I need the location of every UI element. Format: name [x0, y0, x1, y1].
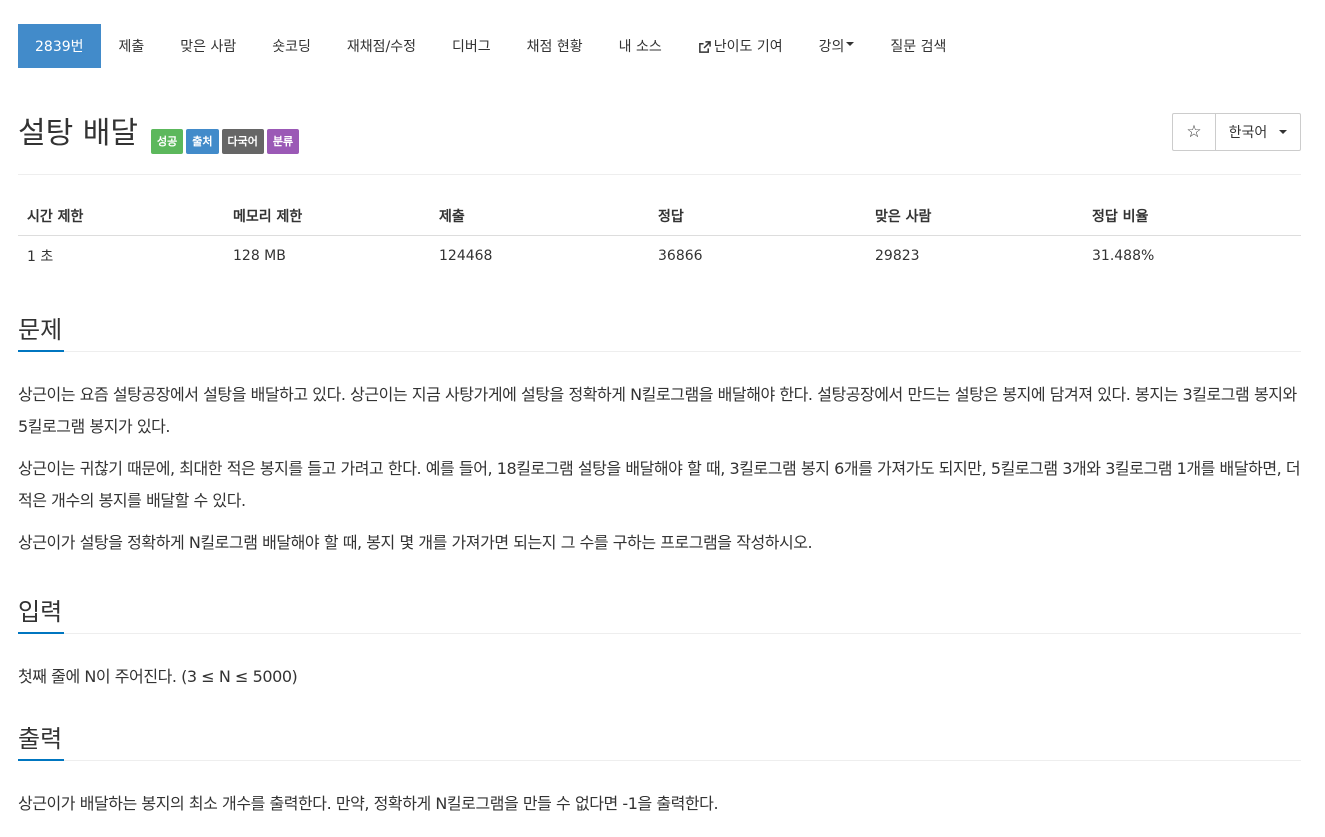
problem-menu: 2839번 제출 맞은 사람 숏코딩 재채점/수정 디버그 채점 현황 내 소스… [18, 24, 964, 68]
nav-label: 질문 검색 [890, 39, 947, 55]
caret-down-icon [1279, 130, 1288, 134]
section-title: 문제 [18, 316, 63, 344]
label-category[interactable]: 분류 [266, 129, 300, 154]
nav-submit[interactable]: 제출 [101, 24, 163, 68]
header-accepted-users: 맞은 사람 [875, 208, 932, 225]
external-link-icon [698, 40, 711, 53]
section-title: 입력 [18, 598, 63, 626]
section-description: 문제 상근이는 요즘 설탕공장에서 설탕을 배달하고 있다. 상근이는 지금 사… [18, 310, 1301, 559]
value-accepted: 36866 [658, 248, 703, 264]
value-time-limit: 1 초 [27, 249, 54, 265]
value-submissions: 124468 [439, 248, 493, 264]
star-icon: ☆ [1186, 122, 1202, 142]
nav-lecture-dropdown[interactable]: 강의 [801, 24, 873, 68]
table-header-row: 시간 제한 메모리 제한 제출 정답 맞은 사람 정답 비율 [18, 196, 1301, 236]
header-memory-limit: 메모리 제한 [233, 208, 303, 225]
nav-status[interactable]: 채점 현황 [509, 24, 601, 68]
section-body: 상근이는 요즘 설탕공장에서 설탕을 배달하고 있다. 상근이는 지금 사탕가게… [18, 379, 1301, 559]
nav-debug[interactable]: 디버그 [434, 24, 509, 68]
nav-label: 숏코딩 [272, 39, 311, 55]
nav-rejudge[interactable]: 재채점/수정 [329, 24, 434, 68]
output-paragraph: 상근이가 배달하는 봉지의 최소 개수를 출력한다. 만약, 정확하게 N킬로그… [18, 794, 719, 813]
section-headline: 출력 [18, 719, 1301, 761]
section-output: 출력 상근이가 배달하는 봉지의 최소 개수를 출력한다. 만약, 정확하게 N… [18, 719, 1301, 820]
label-solved[interactable]: 성공 [151, 129, 184, 154]
section-input: 입력 첫째 줄에 N이 주어진다. (3 ≤ N ≤ 5000) [18, 592, 1301, 693]
headline-underline [18, 632, 64, 634]
description-paragraph: 상근이는 요즘 설탕공장에서 설탕을 배달하고 있다. 상근이는 지금 사탕가게… [18, 385, 1297, 436]
description-paragraph: 상근이는 귀찮기 때문에, 최대한 적은 봉지를 들고 가려고 한다. 예를 들… [18, 459, 1301, 510]
description-paragraph: 상근이가 설탕을 정확하게 N킬로그램 배달해야 할 때, 봉지 몇 개를 가져… [18, 533, 813, 552]
value-accept-ratio: 31.488% [1092, 248, 1155, 264]
header-time-limit: 시간 제한 [27, 208, 84, 225]
value-memory-limit: 128 MB [233, 248, 286, 264]
nav-accepted-users[interactable]: 맞은 사람 [162, 24, 254, 68]
nav-label: 강의 [818, 39, 845, 55]
favorite-button[interactable]: ☆ [1173, 114, 1216, 150]
nav-problem-number[interactable]: 2839번 [18, 24, 101, 68]
label-multilingual[interactable]: 다국어 [221, 129, 264, 154]
nav-label: 난이도 기여 [713, 39, 783, 55]
section-title: 출력 [18, 725, 63, 753]
problem-header: 설탕 배달 성공 출처 다국어 분류 ☆ 한국어 [18, 112, 1301, 156]
nav-label: 제출 [118, 39, 145, 55]
section-headline: 입력 [18, 592, 1301, 634]
nav-difficulty-contribution[interactable]: 난이도 기여 [680, 24, 801, 68]
input-paragraph: 첫째 줄에 N이 주어진다. (3 ≤ N ≤ 5000) [18, 667, 298, 686]
header-accept-ratio: 정답 비율 [1092, 208, 1149, 225]
nav-label: 디버그 [452, 39, 491, 55]
headline-underline [18, 759, 64, 761]
table-row: 1 초 128 MB 124468 36866 29823 31.488% [18, 236, 1301, 276]
problem-info-table: 시간 제한 메모리 제한 제출 정답 맞은 사람 정답 비율 1 초 128 M… [18, 196, 1301, 276]
section-headline: 문제 [18, 310, 1301, 352]
nav-question-search[interactable]: 질문 검색 [872, 24, 964, 68]
section-body: 첫째 줄에 N이 주어진다. (3 ≤ N ≤ 5000) [18, 661, 1301, 693]
problem-title: 설탕 배달 [18, 116, 138, 151]
title-divider [18, 174, 1301, 175]
caret-down-icon [846, 42, 855, 46]
nav-label: 내 소스 [618, 39, 662, 55]
nav-my-source[interactable]: 내 소스 [601, 24, 680, 68]
section-body: 상근이가 배달하는 봉지의 최소 개수를 출력한다. 만약, 정확하게 N킬로그… [18, 788, 1301, 820]
problem-actions: ☆ 한국어 [1172, 113, 1301, 151]
label-source[interactable]: 출처 [186, 129, 219, 154]
header-submissions: 제출 [439, 208, 465, 225]
nav-label: 2839번 [35, 39, 84, 55]
header-accepted: 정답 [658, 208, 684, 225]
headline-underline [18, 350, 64, 352]
language-label: 한국어 [1228, 125, 1268, 141]
nav-label: 재채점/수정 [346, 39, 417, 55]
nav-label: 채점 현황 [526, 39, 583, 55]
nav-short-coding[interactable]: 숏코딩 [254, 24, 329, 68]
nav-label: 맞은 사람 [180, 39, 237, 55]
problem-labels: 성공 출처 다국어 분류 [151, 129, 300, 154]
language-select[interactable]: 한국어 [1216, 114, 1300, 150]
value-accepted-users: 29823 [875, 248, 920, 264]
